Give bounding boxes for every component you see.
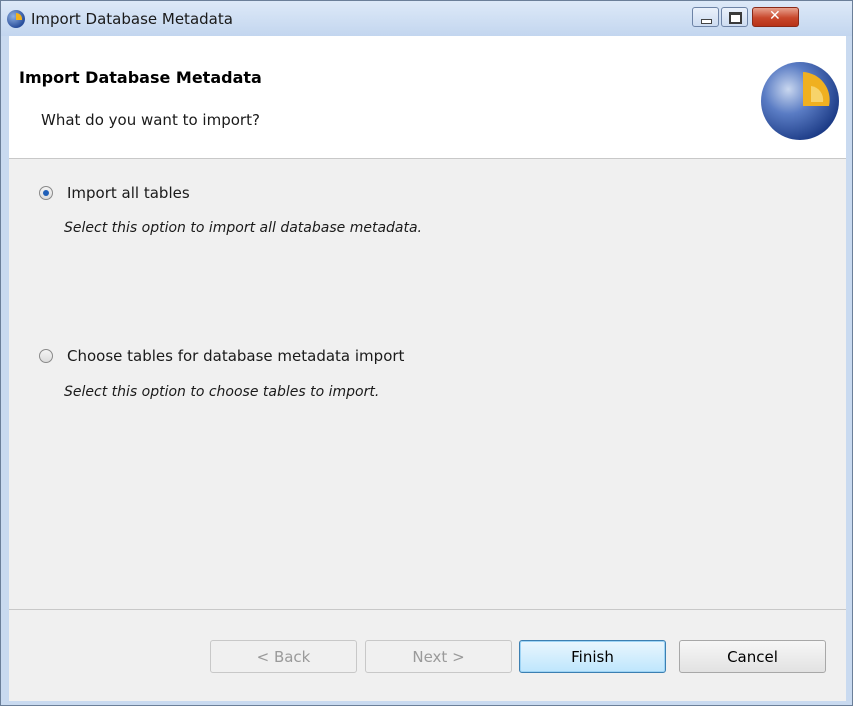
radio-import-all[interactable] <box>39 186 53 200</box>
finish-button[interactable]: Finish <box>519 640 666 673</box>
option-label: Import all tables <box>67 184 190 202</box>
wizard-header: Import Database Metadata What do you wan… <box>9 36 846 159</box>
option-label: Choose tables for database metadata impo… <box>67 347 405 365</box>
dialog-window: Import Database Metadata Import Database… <box>0 0 853 706</box>
radio-choose-tables[interactable] <box>39 349 53 363</box>
options-panel: Import all tables Select this option to … <box>9 159 846 609</box>
option-description: Select this option to choose tables to i… <box>64 384 380 400</box>
back-button[interactable]: < Back <box>210 640 357 673</box>
title-bar[interactable]: Import Database Metadata <box>1 1 852 36</box>
button-bar: < Back Next > Finish Cancel <box>9 609 846 701</box>
maximize-button[interactable] <box>721 7 748 27</box>
option-choose-tables[interactable]: Choose tables for database metadata impo… <box>39 347 404 365</box>
page-subtitle: What do you want to import? <box>41 111 260 129</box>
minimize-button[interactable] <box>692 7 719 27</box>
window-title: Import Database Metadata <box>31 10 233 28</box>
next-button[interactable]: Next > <box>365 640 512 673</box>
app-icon <box>7 10 25 28</box>
option-description: Select this option to import all databas… <box>64 220 423 236</box>
product-logo-icon <box>761 62 839 140</box>
cancel-button[interactable]: Cancel <box>679 640 826 673</box>
close-button[interactable] <box>752 7 799 27</box>
page-title: Import Database Metadata <box>19 68 262 87</box>
option-import-all[interactable]: Import all tables <box>39 184 190 202</box>
